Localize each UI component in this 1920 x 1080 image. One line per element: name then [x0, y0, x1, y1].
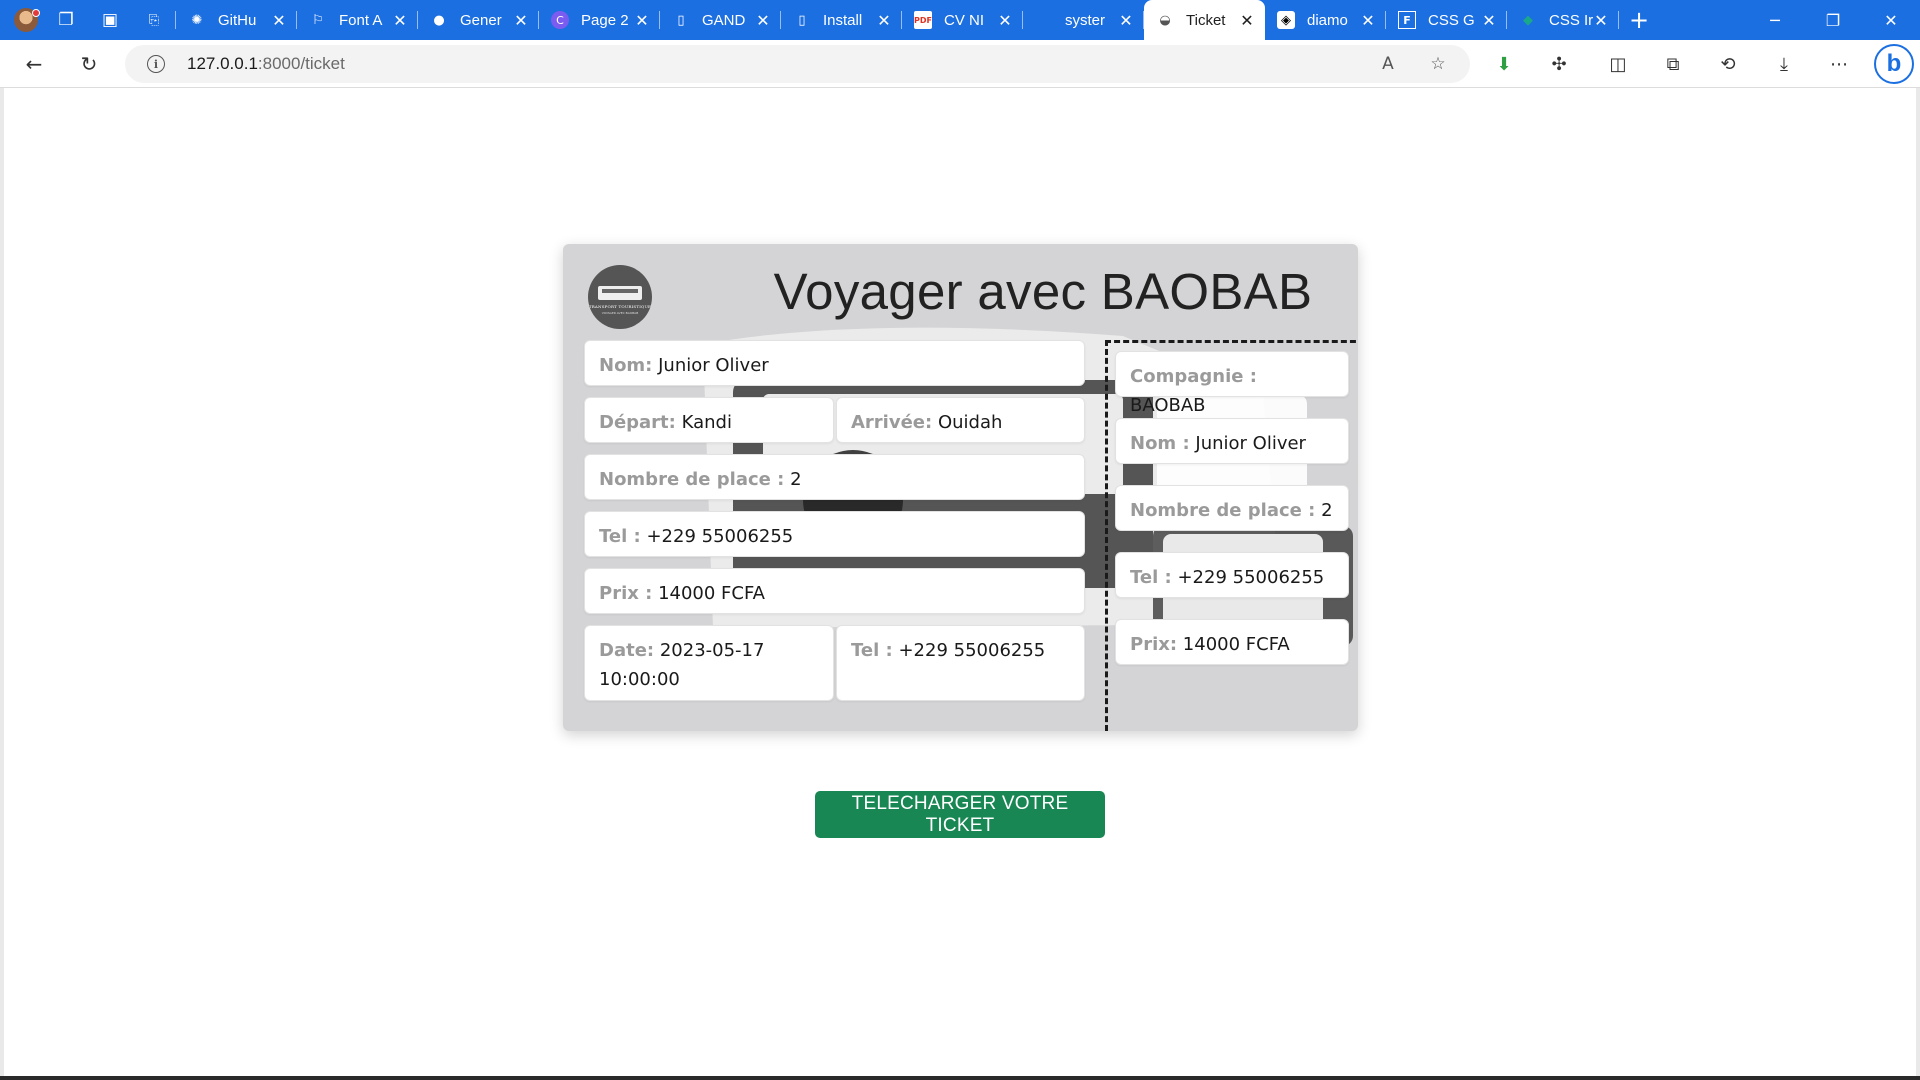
window-close-icon[interactable]: ✕ [1862, 0, 1920, 40]
tab-label: CSS Ir [1549, 11, 1593, 29]
github-icon: ● [433, 12, 445, 28]
codepen-icon: ◈ [1277, 11, 1295, 29]
stub-field-tel: Tel : +229 55006255 [1115, 552, 1349, 598]
tab-actions-icon[interactable]: ▣ [88, 0, 132, 40]
close-icon[interactable]: ✕ [1239, 11, 1255, 30]
close-icon[interactable]: ✕ [876, 11, 892, 30]
tab-7[interactable]: PDF CV NI ✕ [902, 0, 1023, 40]
tab-label: CSS G [1428, 11, 1475, 29]
close-icon[interactable]: ✕ [513, 11, 529, 30]
tab-10[interactable]: ◈ diamo ✕ [1265, 0, 1386, 40]
blank-icon [1035, 11, 1053, 29]
tab-label: GAND [702, 11, 746, 29]
split-screen-icon[interactable]: ◫ [1603, 49, 1633, 79]
tab-5[interactable]: ▯ GAND ✕ [660, 0, 781, 40]
document-icon: ▯ [677, 12, 685, 28]
more-menu-icon[interactable]: ⋯ [1824, 49, 1854, 79]
address-bar[interactable]: i 127.0.0.1:8000/ticket A ☆ [125, 45, 1470, 83]
canva-icon: C [551, 11, 569, 29]
refresh-icon[interactable]: ↻ [71, 46, 107, 82]
close-icon[interactable]: ✕ [1593, 11, 1609, 30]
stub-field-compagnie: Compagnie : BAOBAB [1115, 351, 1349, 416]
document-icon: ▯ [798, 12, 806, 28]
tab-collections[interactable]: ⎘ [132, 0, 176, 40]
tab-label: Ticket [1186, 11, 1226, 29]
ticket-title: Voyager avec BAOBAB [773, 263, 1313, 320]
close-icon[interactable]: ✕ [271, 11, 287, 30]
extensions-puzzle-icon[interactable]: ✣ [1544, 49, 1574, 79]
close-icon[interactable]: ✕ [1118, 11, 1134, 30]
restore-icon[interactable]: ❐ [1804, 0, 1862, 40]
collections-icon[interactable]: ⧉ [1658, 49, 1688, 79]
close-icon[interactable]: ✕ [1360, 11, 1376, 30]
globe-icon: ◒ [1159, 12, 1171, 28]
url-text[interactable]: 127.0.0.1:8000/ticket [187, 54, 345, 74]
field-nombre-place: Nombre de place : 2 [584, 454, 1085, 500]
ticket-card: TRANSPORT TOURISTIQUE VOYAGER AVEC BAOBA… [563, 244, 1358, 731]
tab-12[interactable]: ◆ CSS Ir ✕ [1507, 0, 1619, 40]
browser-tab-bar: ❐ ▣ ⎘ ✺ GitHu ✕ ⚐ Font A ✕ ● Gener ✕ C P… [0, 0, 1920, 40]
site-info-icon[interactable]: i [147, 55, 165, 73]
field-prix: Prix : 14000 FCFA [584, 568, 1085, 614]
tab-label: Font A [339, 11, 383, 29]
new-tab-button[interactable]: + [1619, 0, 1659, 40]
close-icon[interactable]: ✕ [392, 11, 408, 30]
tab-label: diamo [1307, 11, 1348, 29]
field-tel: Tel : +229 55006255 [584, 511, 1085, 557]
back-arrow-icon[interactable]: ← [16, 46, 52, 82]
field-tel-secondary: Tel : +229 55006255 [836, 625, 1085, 701]
tab-label: syster [1065, 11, 1106, 29]
downloads-icon[interactable]: ⤓ [1769, 49, 1799, 79]
field-arrivee: Arrivée: Ouidah [836, 397, 1085, 443]
tab-label: GitHu [218, 11, 257, 29]
chatgpt-icon: ✺ [191, 12, 203, 28]
close-icon[interactable]: ✕ [755, 11, 771, 30]
flag-icon: ⚐ [312, 12, 324, 28]
browser-toolbar: ← ↻ i 127.0.0.1:8000/ticket A ☆ ⬇ ✣ ◫ ⧉ … [0, 40, 1920, 88]
f-icon: F [1398, 11, 1416, 29]
tab-6[interactable]: ▯ Install ✕ [781, 0, 902, 40]
collections-icon: ⎘ [148, 12, 160, 28]
tab-4[interactable]: C Page 2 ✕ [539, 0, 660, 40]
stub-field-prix: Prix: 14000 FCFA [1115, 619, 1349, 665]
tab-ticket[interactable]: ◒ Ticket ✕ [1144, 0, 1265, 40]
stub-field-nombre-place: Nombre de place : 2 [1115, 485, 1349, 531]
tab-3[interactable]: ● Gener ✕ [418, 0, 539, 40]
tab-label: CV NI [944, 11, 985, 29]
tab-1[interactable]: ✺ GitHu ✕ [176, 0, 297, 40]
read-aloud-icon[interactable]: A [1377, 54, 1399, 74]
window-bottom-border [0, 1076, 1920, 1080]
tab-11[interactable]: F CSS G ✕ [1386, 0, 1507, 40]
close-icon[interactable]: ✕ [634, 11, 650, 30]
stub-field-nom: Nom : Junior Oliver [1115, 418, 1349, 464]
tab-8[interactable]: syster ✕ [1023, 0, 1144, 40]
leaf-icon: ◆ [1523, 12, 1533, 28]
workspaces-icon[interactable]: ❐ [44, 0, 88, 40]
history-icon[interactable]: ⟲ [1713, 49, 1743, 79]
download-ticket-button[interactable]: TELECHARGER VOTRE TICKET [815, 791, 1105, 838]
extension-download-icon[interactable]: ⬇ [1489, 49, 1519, 79]
tab-label: Install [823, 11, 863, 29]
bus-icon [598, 285, 642, 300]
profile-avatar[interactable] [8, 5, 44, 35]
company-logo: TRANSPORT TOURISTIQUE VOYAGER AVEC BAOBA… [588, 265, 652, 329]
tab-2[interactable]: ⚐ Font A ✕ [297, 0, 418, 40]
tab-label: Gener [460, 11, 502, 29]
pdf-icon: PDF [914, 11, 932, 29]
close-icon[interactable]: ✕ [1481, 11, 1497, 30]
field-depart: Départ: Kandi [584, 397, 834, 443]
field-date: Date: 2023-05-17 10:00:00 [584, 625, 834, 701]
bing-copilot-icon[interactable]: b [1874, 44, 1914, 84]
minimize-icon[interactable]: ─ [1746, 0, 1804, 40]
close-icon[interactable]: ✕ [997, 11, 1013, 30]
tab-label: Page 2 [581, 11, 629, 29]
favorite-star-icon[interactable]: ☆ [1427, 54, 1449, 74]
field-nom: Nom: Junior Oliver [584, 340, 1085, 386]
